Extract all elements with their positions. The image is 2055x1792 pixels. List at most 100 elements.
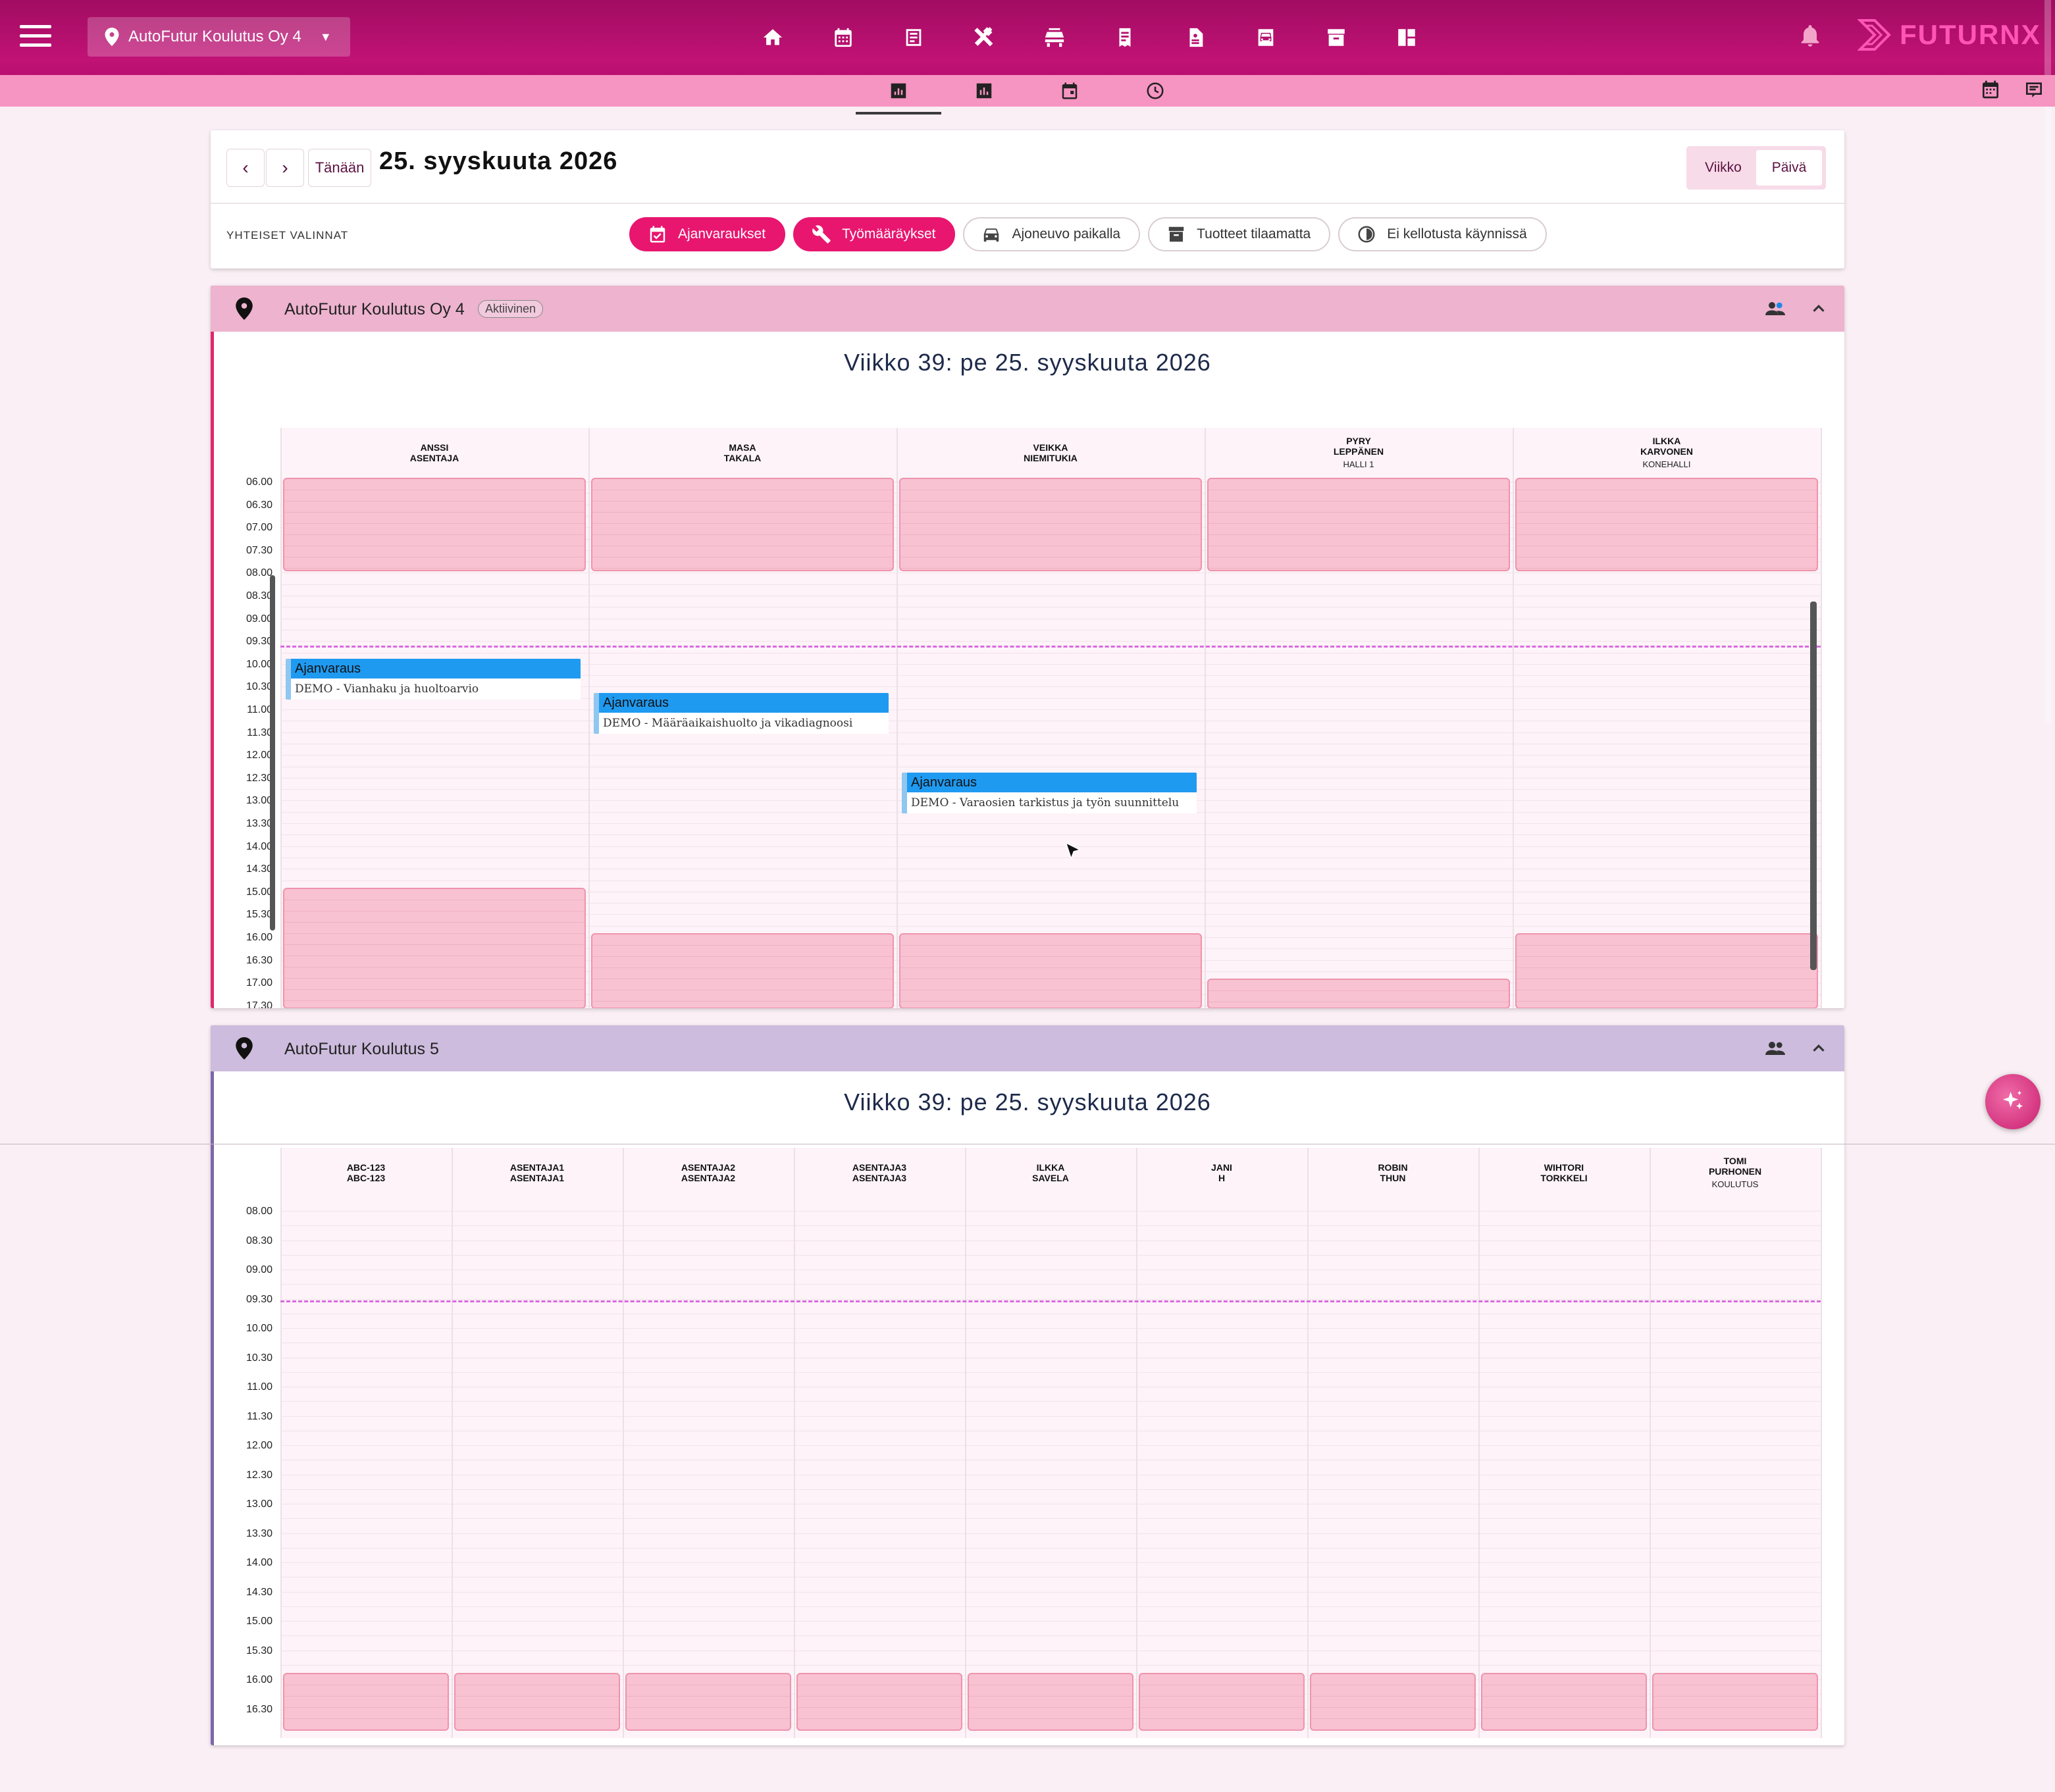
resource-column-header[interactable]: ILKKA KARVONEN KONEHALLI bbox=[1513, 436, 1821, 470]
previous-button[interactable]: ‹ bbox=[226, 149, 265, 187]
current-time-line bbox=[280, 646, 1821, 648]
time-label: 11.30 bbox=[247, 1410, 273, 1422]
current-time-line bbox=[280, 1300, 1821, 1302]
unavailable-block bbox=[1139, 1673, 1305, 1731]
archive-icon[interactable] bbox=[1301, 22, 1371, 53]
timesheet-icon[interactable] bbox=[2023, 79, 2044, 100]
location-header: AutoFutur Koulutus Oy 4 Aktiivinen bbox=[211, 286, 1844, 332]
appointment-event[interactable]: Ajanvaraus DEMO - Määräaikaishuolto ja vi… bbox=[594, 692, 889, 734]
time-label: 14.30 bbox=[246, 1586, 273, 1598]
chip-ajanvaraukset[interactable]: Ajanvaraukset bbox=[629, 217, 786, 251]
unavailable-block bbox=[283, 887, 586, 1008]
resource-column-header[interactable]: ABC-123 ABC-123 bbox=[280, 1162, 452, 1183]
resource-column[interactable] bbox=[1651, 1148, 1821, 1738]
resource-name: JANI bbox=[1211, 1162, 1232, 1173]
resource-column[interactable] bbox=[795, 1148, 965, 1738]
appointment-event[interactable]: Ajanvaraus DEMO - Vianhaku ja huoltoarvio bbox=[286, 658, 581, 700]
resource-column-header[interactable]: ASENTAJA2 ASENTAJA2 bbox=[623, 1162, 794, 1183]
people-icon[interactable] bbox=[1765, 1040, 1785, 1057]
divider bbox=[211, 203, 1844, 204]
resource-column[interactable] bbox=[453, 1148, 623, 1738]
resource-column-header[interactable]: ROBIN THUN bbox=[1307, 1162, 1478, 1183]
grid-scrollbar[interactable] bbox=[270, 575, 275, 931]
location-name: AutoFutur Koulutus Oy 4 bbox=[284, 300, 465, 319]
grid-line bbox=[280, 1298, 1821, 1300]
resource-column-header[interactable]: ANSSI ASENTAJA bbox=[280, 442, 588, 463]
wrench-icon bbox=[812, 225, 831, 243]
hamburger-menu-icon[interactable] bbox=[20, 25, 51, 47]
resource-column-header[interactable]: PYRY LEPPÄNEN HALLI 1 bbox=[1205, 436, 1513, 470]
resource-column[interactable] bbox=[966, 1148, 1136, 1738]
lift-icon[interactable] bbox=[1019, 22, 1089, 53]
resource-name: ABC-123 bbox=[346, 1173, 386, 1183]
bell-icon[interactable] bbox=[1797, 21, 1823, 50]
grid-line bbox=[280, 1254, 1821, 1256]
resource-column[interactable] bbox=[1480, 1148, 1650, 1738]
event-description: DEMO - Määräaikaishuolto ja vikadiagnoos… bbox=[603, 716, 853, 730]
document-icon[interactable] bbox=[1160, 22, 1230, 53]
resource-column[interactable] bbox=[1137, 1148, 1307, 1738]
grid-line bbox=[280, 1225, 1821, 1227]
grid-scrollbar[interactable] bbox=[1810, 602, 1817, 970]
resource-name: SAVELA bbox=[1032, 1173, 1069, 1183]
tools-icon[interactable] bbox=[949, 22, 1019, 53]
list-icon[interactable] bbox=[878, 22, 949, 53]
chip-tyomaaraykset[interactable]: Työmääräykset bbox=[793, 217, 956, 251]
page-scrollbar[interactable] bbox=[2044, 0, 2051, 724]
time-label: 16.30 bbox=[246, 954, 273, 966]
grid-line bbox=[280, 732, 1821, 733]
clock-icon[interactable] bbox=[1112, 78, 1198, 104]
chip-ei-kellotusta[interactable]: Ei kellotusta käynnissä bbox=[1338, 217, 1547, 251]
car-icon[interactable] bbox=[1230, 22, 1301, 53]
time-label: 11.30 bbox=[247, 727, 273, 738]
resource-column[interactable] bbox=[624, 1148, 794, 1738]
chevron-up-icon[interactable] bbox=[1809, 299, 1829, 319]
calendar-icon[interactable] bbox=[808, 22, 878, 53]
resource-name: ASENTAJA bbox=[409, 453, 459, 463]
grid-line bbox=[280, 1562, 1821, 1563]
resource-column-header[interactable]: ASENTAJA1 ASENTAJA1 bbox=[452, 1162, 623, 1183]
dashboard-icon[interactable] bbox=[1371, 22, 1442, 53]
home-icon[interactable] bbox=[737, 22, 808, 53]
sub-navigation-icons bbox=[856, 78, 1198, 104]
chart-icon[interactable] bbox=[856, 78, 941, 104]
chart-alt-icon[interactable] bbox=[941, 78, 1027, 104]
resource-column-header[interactable]: JANI H bbox=[1136, 1162, 1307, 1183]
time-label: 08.30 bbox=[246, 1235, 273, 1246]
resource-column-header[interactable]: VEIKKA NIEMITUKIA bbox=[897, 442, 1205, 463]
resource-column[interactable] bbox=[1309, 1148, 1478, 1738]
chevron-up-icon[interactable] bbox=[1809, 1038, 1829, 1058]
car-icon bbox=[984, 228, 999, 242]
resource-column-header[interactable]: MASA TAKALA bbox=[588, 442, 897, 463]
people-icon[interactable] bbox=[1765, 300, 1785, 317]
unavailable-block bbox=[968, 1673, 1133, 1731]
chip-ajoneuvo-paikalla[interactable]: Ajoneuvo paikalla bbox=[963, 217, 1141, 251]
time-label: 10.30 bbox=[246, 1352, 273, 1364]
calendar-month-icon[interactable] bbox=[1980, 79, 2001, 100]
resource-column[interactable] bbox=[282, 1148, 452, 1738]
next-button[interactable]: › bbox=[266, 149, 304, 187]
unavailable-block bbox=[1515, 933, 1818, 1008]
grid-line bbox=[280, 641, 1821, 642]
resource-name: ABC-123 bbox=[346, 1162, 386, 1173]
resource-name: ILKKA bbox=[1036, 1162, 1065, 1173]
resource-column-header[interactable]: TOMI PURHONEN KOULUTUS bbox=[1650, 1156, 1821, 1190]
chip-tuotteet-tilaamatta[interactable]: Tuotteet tilaamatta bbox=[1148, 217, 1331, 251]
column-divider bbox=[965, 1148, 966, 1738]
resource-column-header[interactable]: WIHTORI TORKKELI bbox=[1478, 1162, 1650, 1183]
today-button[interactable]: Tänään bbox=[308, 149, 371, 187]
location-selector[interactable]: AutoFutur Koulutus Oy 4 ▼ bbox=[88, 17, 350, 57]
week-view-button[interactable]: Viikko bbox=[1690, 150, 1756, 186]
calendar-check-icon bbox=[650, 226, 665, 243]
appointment-event[interactable]: Ajanvaraus DEMO - Varaosien tarkistus ja … bbox=[902, 772, 1197, 814]
ai-assistant-button[interactable] bbox=[1985, 1074, 2041, 1129]
calendar-day-icon[interactable] bbox=[1027, 78, 1112, 104]
receipt-icon[interactable] bbox=[1089, 22, 1160, 53]
unavailable-block bbox=[591, 933, 894, 1008]
time-label: 08.00 bbox=[246, 1206, 273, 1217]
time-label: 10.30 bbox=[246, 681, 273, 693]
day-view-button[interactable]: Päivä bbox=[1756, 150, 1822, 186]
resource-column-header[interactable]: ILKKA SAVELA bbox=[965, 1162, 1136, 1183]
archive-icon bbox=[1168, 226, 1184, 242]
resource-column-header[interactable]: ASENTAJA3 ASENTAJA3 bbox=[794, 1162, 965, 1183]
